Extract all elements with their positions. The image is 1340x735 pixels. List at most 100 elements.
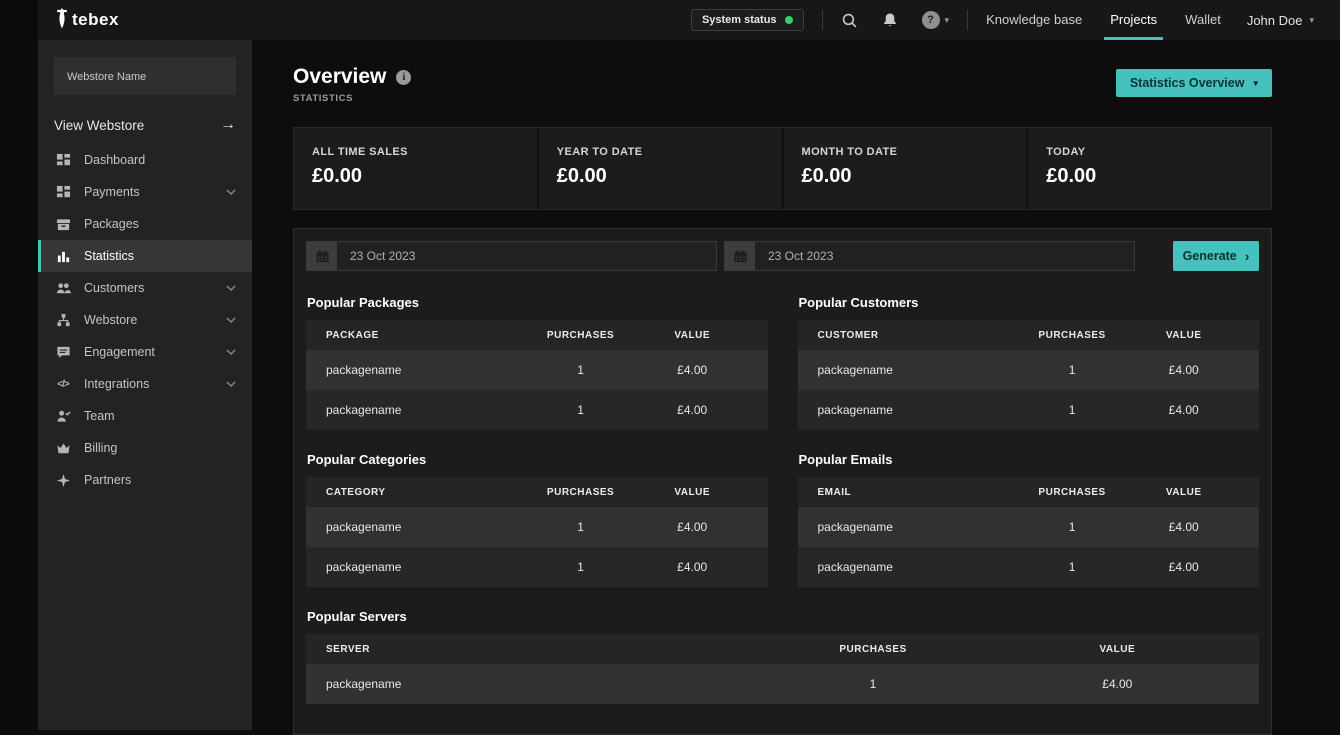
cell-purchases: 1 [1010, 560, 1135, 574]
info-icon[interactable]: i [396, 70, 411, 85]
sidebar-item-label: Dashboard [84, 153, 145, 167]
cell-purchases: 1 [518, 403, 643, 417]
generate-button[interactable]: Generate › [1173, 241, 1259, 271]
date-to-input[interactable]: 23 Oct 2023 [724, 241, 1135, 271]
column-header: CATEGORY [306, 487, 518, 498]
stat-label: TODAY [1046, 146, 1253, 158]
chevron-down-icon [226, 317, 236, 323]
cell-name: packagename [306, 560, 518, 574]
cell-purchases: 1 [1010, 520, 1135, 534]
sidebar: Webstore Name View Webstore → Dashboard … [38, 40, 252, 730]
action-button-label: Statistics Overview [1130, 76, 1245, 90]
person-check-icon [55, 409, 71, 424]
cell-value: £4.00 [1134, 363, 1259, 377]
sidebar-item-billing[interactable]: Billing [38, 432, 252, 464]
cell-purchases: 1 [518, 363, 643, 377]
sidebar-item-label: Packages [84, 217, 139, 231]
sparkle-icon [55, 473, 71, 488]
dagger-logo-icon [55, 8, 69, 32]
stat-card-today: TODAY £0.00 [1028, 128, 1271, 209]
table-title: Popular Servers [307, 609, 1259, 624]
stat-value: £0.00 [1046, 165, 1253, 188]
statistics-panel: 23 Oct 2023 23 Oct 2023 Generate › [293, 228, 1272, 735]
column-header: PURCHASES [1010, 330, 1135, 341]
sidebar-nav: Dashboard Payments Packages [38, 144, 252, 496]
calendar-icon [725, 242, 755, 270]
table-title: Popular Packages [307, 295, 768, 310]
sidebar-item-dashboard[interactable]: Dashboard [38, 144, 252, 176]
brand-name: tebex [72, 10, 119, 30]
system-status-label: System status [702, 14, 777, 26]
view-webstore-link[interactable]: View Webstore → [54, 116, 236, 134]
nav-projects[interactable]: Projects [1110, 0, 1157, 40]
sidebar-item-webstore[interactable]: Webstore [38, 304, 252, 336]
stat-label: MONTH TO DATE [802, 146, 1009, 158]
column-header: PACKAGE [306, 330, 518, 341]
notifications-bell-icon[interactable] [882, 12, 898, 28]
topbar-divider [822, 10, 823, 30]
chevron-down-icon [226, 381, 236, 387]
search-icon[interactable] [841, 12, 858, 29]
stat-card-all-time-sales: ALL TIME SALES £0.00 [294, 128, 537, 209]
view-webstore-label: View Webstore [54, 118, 144, 133]
table-header-row: CATEGORY PURCHASES VALUE [306, 477, 768, 507]
bar-chart-icon [55, 249, 71, 264]
cell-name: packagename [306, 363, 518, 377]
stat-card-month-to-date: MONTH TO DATE £0.00 [784, 128, 1027, 209]
sidebar-item-payments[interactable]: Payments [38, 176, 252, 208]
cell-purchases: 1 [1010, 403, 1135, 417]
cell-name: packagename [798, 520, 1010, 534]
date-to-value: 23 Oct 2023 [755, 249, 833, 263]
cell-purchases: 1 [744, 677, 1001, 691]
page-title: Overview [293, 65, 386, 89]
chevron-down-icon: ▾ [945, 15, 950, 26]
nav-knowledge-base[interactable]: Knowledge base [986, 0, 1082, 40]
column-header: VALUE [643, 487, 768, 498]
sidebar-item-packages[interactable]: Packages [38, 208, 252, 240]
sidebar-item-label: Integrations [84, 377, 149, 391]
table-header-row: EMAIL PURCHASES VALUE [798, 477, 1260, 507]
system-status-badge[interactable]: System status [691, 9, 804, 31]
popular-servers-table: Popular Servers SERVER PURCHASES VALUE p… [306, 609, 1259, 704]
stat-value: £0.00 [802, 165, 1009, 188]
date-filter-row: 23 Oct 2023 23 Oct 2023 Generate › [306, 241, 1259, 271]
help-menu[interactable]: ? ▾ [922, 11, 950, 29]
statistics-overview-dropdown-button[interactable]: Statistics Overview ▾ [1116, 69, 1272, 97]
tebex-logo[interactable]: tebex [55, 8, 119, 32]
user-menu[interactable]: John Doe ▾ [1247, 13, 1314, 28]
table-header-row: SERVER PURCHASES VALUE [306, 634, 1259, 664]
date-from-input[interactable]: 23 Oct 2023 [306, 241, 717, 271]
nav-wallet[interactable]: Wallet [1185, 0, 1221, 40]
dashboard-grid-icon [55, 153, 71, 168]
cell-purchases: 1 [518, 560, 643, 574]
package-box-icon [55, 217, 71, 232]
sidebar-item-engagement[interactable]: Engagement [38, 336, 252, 368]
cell-value: £4.00 [1134, 520, 1259, 534]
code-icon: </> [55, 379, 71, 390]
table-title: Popular Emails [799, 452, 1260, 467]
generate-label: Generate [1183, 249, 1237, 263]
stat-value: £0.00 [557, 165, 764, 188]
date-from-value: 23 Oct 2023 [337, 249, 415, 263]
sidebar-item-label: Customers [84, 281, 144, 295]
table-title: Popular Categories [307, 452, 768, 467]
table-header-row: CUSTOMER PURCHASES VALUE [798, 320, 1260, 350]
stat-label: YEAR TO DATE [557, 146, 764, 158]
sidebar-item-integrations[interactable]: </> Integrations [38, 368, 252, 400]
crown-icon [55, 441, 71, 456]
table-row: packagename 1 £4.00 [798, 547, 1260, 587]
column-header: PURCHASES [744, 644, 1001, 655]
sidebar-item-customers[interactable]: Customers [38, 272, 252, 304]
cell-name: packagename [306, 677, 744, 691]
sidebar-item-team[interactable]: Team [38, 400, 252, 432]
table-row: packagename 1 £4.00 [306, 350, 768, 390]
popular-tables-grid: Popular Packages PACKAGE PURCHASES VALUE… [306, 295, 1259, 704]
column-header: PURCHASES [518, 330, 643, 341]
table-row: packagename 1 £4.00 [306, 664, 1259, 704]
sidebar-item-partners[interactable]: Partners [38, 464, 252, 496]
sidebar-item-statistics[interactable]: Statistics [38, 240, 252, 272]
cell-value: £4.00 [643, 520, 768, 534]
arrow-right-icon: → [220, 116, 236, 134]
table-row: packagename 1 £4.00 [306, 547, 768, 587]
webstore-name-input[interactable]: Webstore Name [54, 57, 236, 95]
